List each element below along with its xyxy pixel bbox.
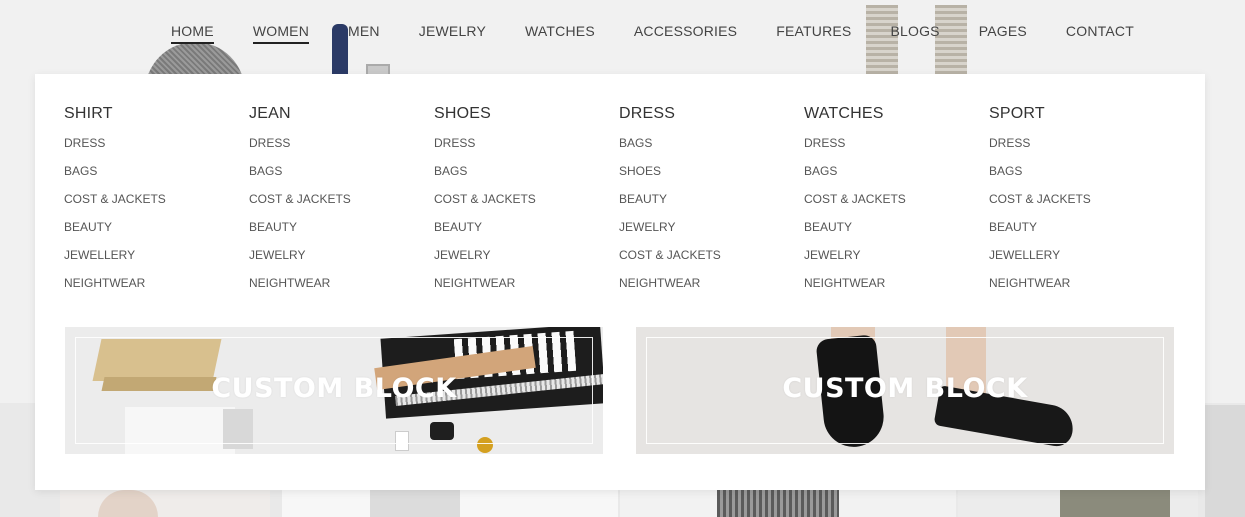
- menu-link-bags[interactable]: BAGS: [64, 161, 249, 189]
- menu-link-beauty[interactable]: BEAUTY: [64, 217, 249, 245]
- menu-link-shoes[interactable]: SHOES: [619, 161, 804, 189]
- menu-link-beauty[interactable]: BEAUTY: [989, 217, 1174, 245]
- menu-link-neightwear[interactable]: NEIGHTWEAR: [619, 273, 804, 301]
- custom-block-title: CUSTOM BLOCK: [211, 373, 457, 404]
- menu-column-title[interactable]: WATCHES: [804, 104, 989, 124]
- custom-block-1[interactable]: CUSTOM BLOCK: [65, 327, 603, 454]
- nav-item-women[interactable]: WOMEN: [252, 23, 310, 44]
- menu-link-beauty[interactable]: BEAUTY: [434, 217, 619, 245]
- menu-column-shoes: SHOES DRESS BAGS COST & JACKETS BEAUTY JEWELR…: [434, 104, 619, 301]
- menu-link-dress[interactable]: DRESS: [989, 133, 1174, 161]
- menu-link-cost-and-jackets[interactable]: COST & JACKETS: [619, 245, 804, 273]
- menu-link-cost-and-jackets[interactable]: COST & JACKETS: [64, 189, 249, 217]
- menu-link-jewelry[interactable]: JEWELRY: [619, 217, 804, 245]
- menu-link-neightwear[interactable]: NEIGHTWEAR: [804, 273, 989, 301]
- menu-link-cost-and-jackets[interactable]: COST & JACKETS: [434, 189, 619, 217]
- nav-item-men[interactable]: MEN: [348, 23, 380, 43]
- nav-item-features[interactable]: FEATURES: [776, 23, 851, 43]
- menu-link-bags[interactable]: BAGS: [989, 161, 1174, 189]
- background-model-image: [1060, 490, 1170, 517]
- menu-link-bags[interactable]: BAGS: [804, 161, 989, 189]
- menu-column-shirt: SHIRT DRESS BAGS COST & JACKETS BEAUTY JEWELL…: [64, 104, 249, 301]
- menu-column-jean: JEAN DRESS BAGS COST & JACKETS BEAUTY JEWELRY…: [249, 104, 434, 301]
- menu-column-title[interactable]: SPORT: [989, 104, 1174, 124]
- mega-menu-dropdown: SHIRT DRESS BAGS COST & JACKETS BEAUTY JEWELL…: [35, 74, 1205, 490]
- background-product-image: [1205, 405, 1245, 517]
- menu-link-neightwear[interactable]: NEIGHTWEAR: [989, 273, 1174, 301]
- menu-link-dress[interactable]: DRESS: [434, 133, 619, 161]
- menu-column-title[interactable]: SHIRT: [64, 104, 249, 124]
- menu-link-bags[interactable]: BAGS: [434, 161, 619, 189]
- menu-column-sport: SPORT DRESS BAGS COST & JACKETS BEAUTY JEWELL…: [989, 104, 1174, 301]
- background-model-image: [717, 490, 839, 517]
- nav-item-home[interactable]: HOME: [171, 23, 214, 44]
- menu-link-neightwear[interactable]: NEIGHTWEAR: [64, 273, 249, 301]
- menu-column-title[interactable]: SHOES: [434, 104, 619, 124]
- menu-link-dress[interactable]: DRESS: [804, 133, 989, 161]
- nav-item-accessories[interactable]: ACCESSORIES: [634, 23, 737, 43]
- menu-link-neightwear[interactable]: NEIGHTWEAR: [434, 273, 619, 301]
- nav-item-contact[interactable]: CONTACT: [1066, 23, 1134, 43]
- menu-link-bags[interactable]: BAGS: [249, 161, 434, 189]
- custom-block-2[interactable]: CUSTOM BLOCK: [636, 327, 1174, 454]
- nav-item-pages[interactable]: PAGES: [979, 23, 1027, 43]
- menu-column-title[interactable]: JEAN: [249, 104, 434, 124]
- menu-link-jewelry[interactable]: JEWELRY: [434, 245, 619, 273]
- nav-item-jewelry[interactable]: JEWELRY: [419, 23, 486, 43]
- nav-item-blogs[interactable]: BLOGS: [890, 23, 939, 43]
- menu-column-title[interactable]: DRESS: [619, 104, 804, 124]
- menu-link-beauty[interactable]: BEAUTY: [249, 217, 434, 245]
- menu-link-cost-and-jackets[interactable]: COST & JACKETS: [249, 189, 434, 217]
- menu-column-dress: DRESS BAGS SHOES BEAUTY JEWELRY COST & JACKET…: [619, 104, 804, 301]
- main-navigation: HOME WOMEN MEN JEWELRY WATCHES ACCESSORIES FEA…: [171, 23, 1173, 44]
- menu-column-watches: WATCHES DRESS BAGS COST & JACKETS BEAUTY JEWE…: [804, 104, 989, 301]
- menu-link-neightwear[interactable]: NEIGHTWEAR: [249, 273, 434, 301]
- menu-link-beauty[interactable]: BEAUTY: [619, 189, 804, 217]
- menu-link-dress[interactable]: DRESS: [249, 133, 434, 161]
- custom-block-title: CUSTOM BLOCK: [782, 373, 1028, 404]
- background-product-image: [60, 488, 270, 517]
- mega-menu-columns: SHIRT DRESS BAGS COST & JACKETS BEAUTY JEWELL…: [64, 104, 1174, 301]
- menu-link-jewellery[interactable]: JEWELLERY: [64, 245, 249, 273]
- menu-link-jewelry[interactable]: JEWELRY: [804, 245, 989, 273]
- menu-link-jewellery[interactable]: JEWELLERY: [989, 245, 1174, 273]
- menu-link-bags[interactable]: BAGS: [619, 133, 804, 161]
- nav-item-watches[interactable]: WATCHES: [525, 23, 595, 43]
- menu-link-dress[interactable]: DRESS: [64, 133, 249, 161]
- menu-link-jewelry[interactable]: JEWELRY: [249, 245, 434, 273]
- menu-link-beauty[interactable]: BEAUTY: [804, 217, 989, 245]
- background-model-image: [370, 490, 460, 517]
- menu-link-cost-and-jackets[interactable]: COST & JACKETS: [989, 189, 1174, 217]
- menu-link-cost-and-jackets[interactable]: COST & JACKETS: [804, 189, 989, 217]
